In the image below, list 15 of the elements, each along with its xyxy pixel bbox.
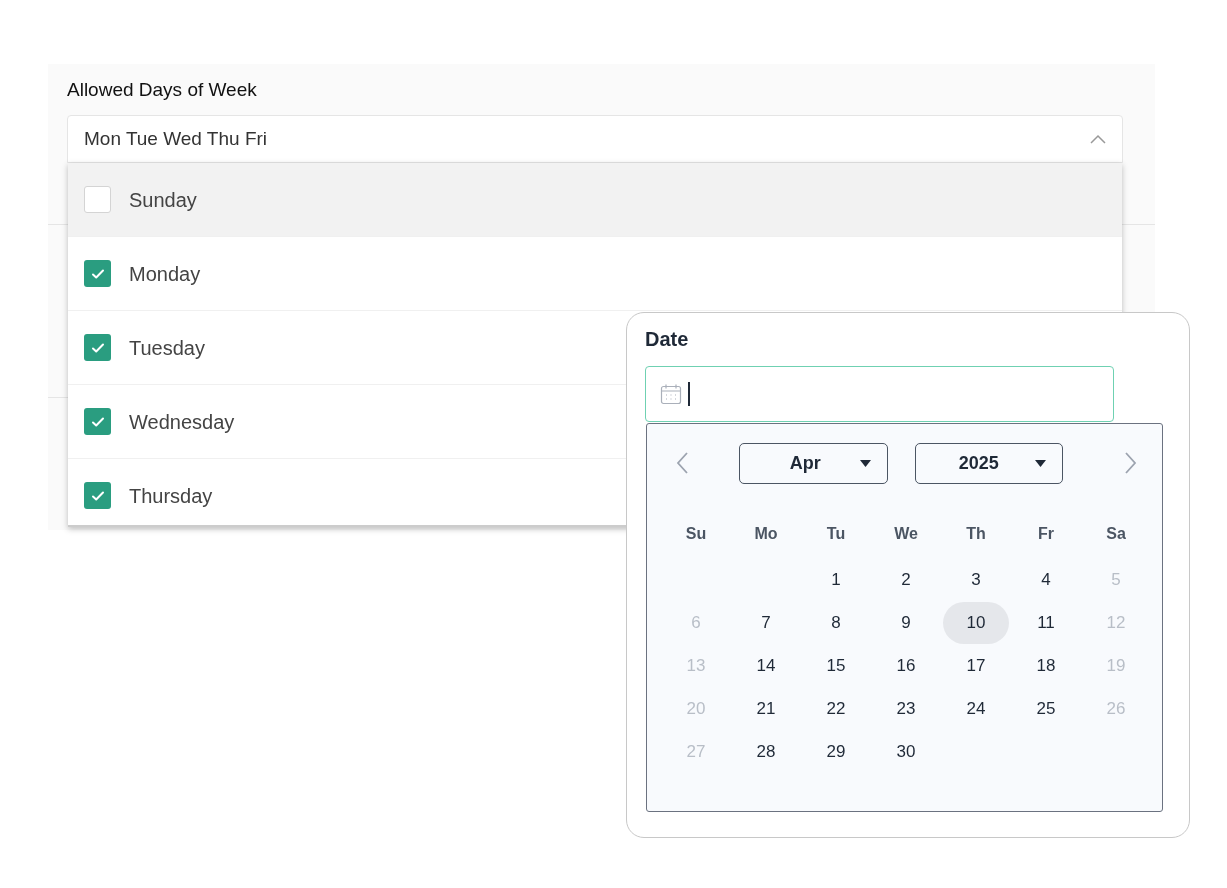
select-value: Mon Tue Wed Thu Fri [84,126,268,151]
field-label: Allowed Days of Week [67,78,257,102]
weekday-header: Su [685,524,707,544]
date-label: Date [645,327,689,352]
weekday-header: We [894,524,918,544]
day-label: Thursday [129,483,213,509]
weekday-header: Sa [1106,524,1126,544]
day-label: Wednesday [129,409,235,435]
weekday-header: Mo [754,524,778,544]
weekday-header: Tu [826,524,846,544]
day-label: Sunday [129,187,197,213]
day-label: Monday [129,261,201,287]
weekday-header: Th [966,524,986,544]
day-label: Tuesday [129,335,205,361]
weekday-header: Fr [1038,524,1054,544]
